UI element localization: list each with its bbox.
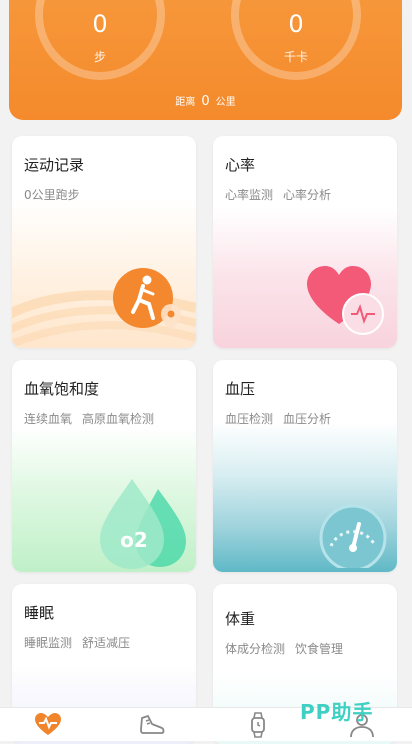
card-exercise-record[interactable]: 运动记录 0公里跑步 — [12, 136, 196, 348]
activity-summary-header[interactable]: 0 步 0 千卡 距离 0 公里 — [9, 0, 402, 120]
svg-text:o2: o2 — [120, 528, 148, 552]
card-subtitle: 睡眠监测 舒适减压 — [24, 634, 130, 651]
card-title: 血氧饱和度 — [24, 380, 100, 398]
distance-unit: 公里 — [215, 97, 236, 108]
heart-sub-1: 心率监测 — [225, 188, 274, 202]
card-heart-rate[interactable]: 心率 心率监测 心率分析 — [213, 136, 397, 348]
watch-icon[interactable] — [244, 712, 272, 738]
card-title: 运动记录 — [24, 156, 85, 174]
bp-sub-1: 血压检测 — [225, 412, 274, 426]
watermark-logo: PP助手 — [300, 700, 374, 724]
card-subtitle: 血压检测 血压分析 — [225, 410, 331, 427]
steps-unit: 步 — [93, 50, 106, 64]
card-subtitle: 体成分检测 饮食管理 — [225, 640, 343, 657]
card-blood-oxygen[interactable]: 血氧饱和度 连续血氧 高原血氧检测 o2 — [12, 360, 196, 572]
steps-value: 0 — [92, 10, 108, 38]
sleep-sub-2: 舒适减压 — [82, 636, 131, 650]
card-subtitle: 连续血氧 高原血氧检测 — [24, 410, 154, 427]
card-subtitle: 心率监测 心率分析 — [225, 186, 331, 203]
calories-unit: 千卡 — [283, 50, 308, 64]
weight-sub-2: 饮食管理 — [295, 642, 344, 656]
spo2-sub-2: 高原血氧检测 — [82, 412, 155, 426]
heart-sub-2: 心率分析 — [283, 188, 332, 202]
runner-icon — [113, 268, 181, 330]
calories-ring[interactable]: 0 千卡 — [231, 0, 361, 80]
spo2-sub-1: 连续血氧 — [24, 412, 73, 426]
distance-value: 0 — [201, 94, 210, 109]
heart-icon — [307, 266, 384, 335]
card-subtitle: 0公里跑步 — [24, 186, 80, 203]
exercise-sub-1: 0公里跑步 — [24, 188, 80, 202]
card-title: 体重 — [225, 610, 256, 628]
weight-sub-1: 体成分检测 — [225, 642, 286, 656]
calories-value: 0 — [288, 10, 304, 38]
distance-summary: 距离 0 公里 — [9, 93, 402, 109]
bp-sub-2: 血压分析 — [283, 412, 332, 426]
distance-label: 距离 — [175, 97, 196, 108]
card-blood-pressure[interactable]: 血压 血压检测 血压分析 — [213, 360, 397, 572]
gauge-icon — [319, 504, 387, 568]
oxygen-drop-icon: o2 — [100, 479, 186, 569]
shoe-icon[interactable] — [138, 712, 166, 738]
steps-ring[interactable]: 0 步 — [35, 0, 165, 80]
sleep-sub-1: 睡眠监测 — [24, 636, 73, 650]
heart-pulse-icon[interactable] — [34, 712, 62, 738]
card-title: 睡眠 — [24, 604, 55, 622]
card-title: 心率 — [225, 156, 256, 174]
card-title: 血压 — [225, 380, 256, 398]
